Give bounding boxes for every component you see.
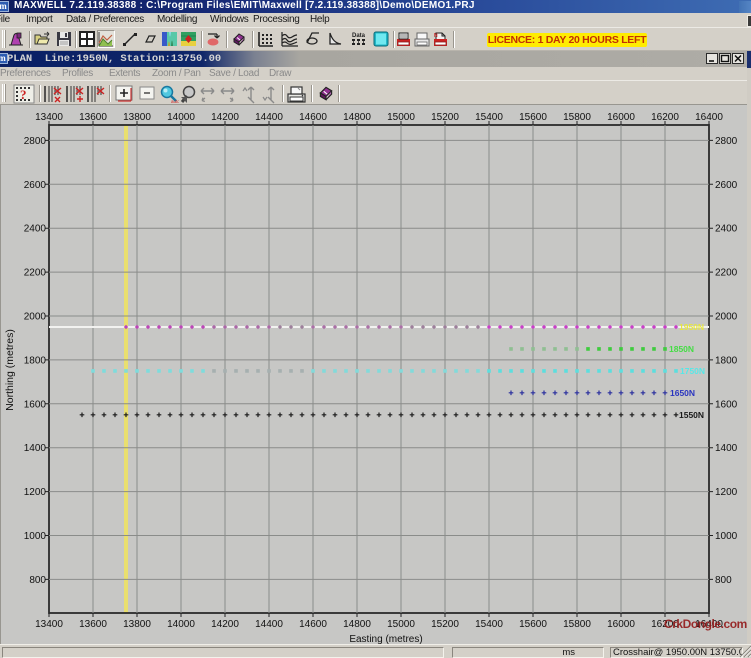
svg-text:1800: 1800 (24, 355, 47, 366)
svg-text:15000: 15000 (387, 619, 415, 630)
svg-text:13600: 13600 (79, 112, 107, 123)
svg-text:15400: 15400 (475, 112, 503, 123)
svg-text:1400: 1400 (715, 443, 738, 454)
svg-text:13400: 13400 (35, 112, 63, 123)
svg-text:16000: 16000 (607, 112, 635, 123)
svg-text:14400: 14400 (255, 112, 283, 123)
svg-text:1400: 1400 (24, 443, 47, 454)
svg-text:15800: 15800 (563, 112, 591, 123)
svg-text:14600: 14600 (299, 619, 327, 630)
svg-text:1600: 1600 (715, 399, 738, 410)
svg-text:1000: 1000 (715, 531, 738, 542)
svg-text:1550N: 1550N (679, 410, 704, 420)
svg-text:2200: 2200 (24, 268, 47, 279)
svg-text:2000: 2000 (715, 312, 738, 323)
svg-text:N: N (434, 33, 438, 39)
svg-text:14600: 14600 (299, 112, 327, 123)
svg-text:14400: 14400 (255, 619, 283, 630)
svg-text:1600: 1600 (24, 399, 47, 410)
svg-text:14000: 14000 (167, 619, 195, 630)
svg-text:14200: 14200 (211, 619, 239, 630)
svg-text:15000: 15000 (387, 112, 415, 123)
svg-text:?: ? (20, 87, 27, 102)
svg-text:14200: 14200 (211, 112, 239, 123)
svg-text:16000: 16000 (607, 619, 635, 630)
svg-text:13800: 13800 (123, 112, 151, 123)
svg-text:15200: 15200 (431, 112, 459, 123)
svg-text:1750N: 1750N (680, 366, 705, 376)
svg-text:13800: 13800 (123, 619, 151, 630)
svg-text:15600: 15600 (519, 619, 547, 630)
svg-text:15400: 15400 (475, 619, 503, 630)
svg-text:Data: Data (352, 33, 366, 39)
svg-text:2400: 2400 (24, 224, 47, 235)
svg-text:13400: 13400 (35, 619, 63, 630)
svg-text:2800: 2800 (24, 136, 47, 147)
svg-text:2600: 2600 (24, 180, 47, 191)
svg-text:1950N: 1950N (679, 322, 704, 332)
svg-text:16400: 16400 (695, 112, 723, 123)
svg-text:1650N: 1650N (670, 388, 695, 398)
svg-text:1800: 1800 (715, 355, 738, 366)
svg-text:14800: 14800 (343, 619, 371, 630)
svg-text:1200: 1200 (24, 487, 47, 498)
svg-text:1000: 1000 (24, 531, 47, 542)
svg-text:14000: 14000 (167, 112, 195, 123)
svg-text:Northing (metres): Northing (metres) (4, 329, 16, 411)
svg-text:16200: 16200 (651, 112, 679, 123)
svg-text:1850N: 1850N (669, 344, 694, 354)
svg-text:14800: 14800 (343, 112, 371, 123)
svg-text:800: 800 (29, 575, 46, 586)
svg-text:2200: 2200 (715, 268, 738, 279)
svg-text:800: 800 (715, 575, 732, 586)
svg-text:15600: 15600 (519, 112, 547, 123)
svg-text:2400: 2400 (715, 224, 738, 235)
svg-text:2000: 2000 (24, 312, 47, 323)
svg-text:15200: 15200 (431, 619, 459, 630)
svg-text:1200: 1200 (715, 487, 738, 498)
svg-text:13600: 13600 (79, 619, 107, 630)
svg-text:2800: 2800 (715, 136, 738, 147)
svg-text:15800: 15800 (563, 619, 591, 630)
svg-text:2600: 2600 (715, 180, 738, 191)
